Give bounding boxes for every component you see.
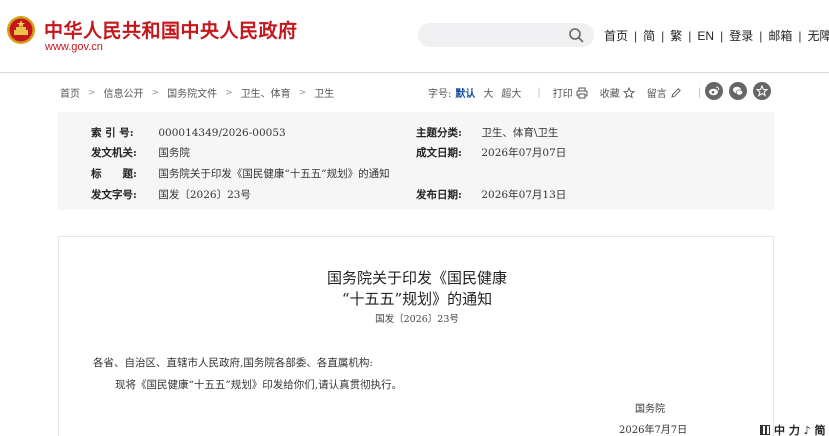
meta-doc-number: 发文字号: 国发〔2026〕23号	[91, 187, 251, 202]
meta-label: 发文机关:	[91, 147, 137, 159]
chevron-right-icon: >	[225, 87, 233, 98]
meta-index: 索 引 号: 000014349/2026-00053	[91, 125, 286, 140]
meta-value: 2026年07月13日	[481, 189, 567, 201]
tools-divider: |	[697, 87, 702, 98]
breadcrumb-state-council-docs[interactable]: 国务院文件	[167, 85, 217, 100]
nav-separator: |	[720, 28, 724, 43]
wechat-share-button[interactable]	[729, 82, 747, 100]
pencil-icon[interactable]	[670, 87, 682, 99]
search-input[interactable]	[418, 23, 594, 47]
document-title-line-1: 国务院关于印发《国民健康	[326, 269, 507, 287]
meta-value: 国务院	[158, 147, 190, 159]
font-size-large[interactable]: 大	[483, 85, 493, 100]
breadcrumb-health[interactable]: 卫生	[314, 85, 334, 100]
nav-separator: |	[634, 28, 638, 43]
star-badge-icon	[756, 85, 768, 97]
chevron-right-icon: >	[151, 87, 160, 98]
meta-value: 卫生、体育\卫生	[481, 127, 559, 139]
national-emblem-icon[interactable]	[6, 15, 36, 45]
document-number: 国发〔2026〕23号	[375, 314, 459, 325]
floating-toolbar-tag[interactable]: 中 力 ♪ 简	[760, 422, 826, 436]
document-signature: 国务院	[635, 404, 665, 415]
page-tools: 字号: 默认 大 超大 | 打印 收藏 留言 |	[428, 85, 713, 100]
meta-label: 主题分类:	[416, 127, 462, 139]
meta-category: 主题分类: 卫生、体育\卫生	[416, 125, 558, 140]
share-buttons	[705, 82, 771, 100]
breadcrumb-home[interactable]: 首页	[60, 85, 80, 100]
nav-traditional[interactable]: 繁	[670, 27, 682, 44]
printer-icon[interactable]	[576, 87, 588, 99]
search-icon[interactable]	[568, 27, 584, 43]
weibo-icon	[709, 86, 720, 96]
nav-home[interactable]: 首页	[604, 27, 628, 44]
meta-written-date: 成文日期: 2026年07月07日	[416, 145, 566, 160]
font-size-default[interactable]: 默认	[455, 85, 475, 100]
qr-code-icon	[760, 425, 770, 435]
meta-title: 标 题: 国务院关于印发《国民健康“十五五”规划》的通知	[91, 166, 390, 181]
toolbar: 首页 > 信息公开 > 国务院文件 > 卫生、体育 > 卫生 字号: 默认 大 …	[0, 73, 829, 109]
meta-label: 成文日期:	[416, 147, 462, 159]
chevron-right-icon: >	[298, 87, 307, 98]
comment-button[interactable]: 留言	[647, 85, 667, 100]
document-body: 现将《国民健康“十五五”规划》印发给你们,请认真贯彻执行。	[115, 379, 403, 391]
document-meta-table: 索 引 号: 000014349/2026-00053 主题分类: 卫生、体育\…	[58, 112, 774, 210]
meta-value: 国务院关于印发《国民健康“十五五”规划》的通知	[158, 168, 390, 180]
document-salutation: 各省、自治区、直辖市人民政府,国务院各部委、各直属机构:	[93, 357, 373, 369]
site-header: 中华人民共和国中央人民政府 www.gov.cn 首页 | 简 | 繁 | EN…	[0, 0, 829, 72]
breadcrumb-info-public[interactable]: 信息公开	[104, 85, 144, 100]
breadcrumb: 首页 > 信息公开 > 国务院文件 > 卫生、体育 > 卫生	[60, 85, 334, 101]
meta-label: 发布日期:	[416, 189, 462, 201]
site-title[interactable]: 中华人民共和国中央人民政府	[44, 16, 298, 43]
favorite-button[interactable]: 收藏	[600, 85, 620, 100]
star-icon[interactable]	[622, 86, 635, 99]
top-nav: 首页 | 简 | 繁 | EN | 登录 | 邮箱 | 无障碍	[604, 27, 829, 44]
meta-issuer: 发文机关: 国务院	[91, 145, 190, 160]
tools-divider: |	[537, 87, 541, 98]
nav-separator: |	[798, 28, 802, 43]
meta-label: 索 引 号:	[91, 127, 134, 139]
weibo-share-button[interactable]	[705, 82, 723, 100]
meta-published-date: 发布日期: 2026年07月13日	[416, 187, 566, 202]
document-date: 2026年7月7日	[619, 425, 688, 436]
meta-value: 2026年07月07日	[481, 147, 567, 159]
meta-value: 000014349/2026-00053	[158, 127, 286, 139]
meta-label: 发文字号:	[91, 189, 137, 201]
nav-mail[interactable]: 邮箱	[768, 27, 792, 44]
breadcrumb-health-sports[interactable]: 卫生、体育	[241, 85, 291, 100]
nav-accessibility[interactable]: 无障碍	[808, 27, 829, 44]
meta-label: 标 题:	[91, 168, 137, 180]
floating-tag-label: 中 力 ♪ 简	[774, 424, 826, 436]
meta-value: 国发〔2026〕23号	[158, 189, 251, 201]
nav-separator: |	[688, 28, 692, 43]
document-title-line-2: “十五五”规划》的通知	[341, 290, 493, 308]
nav-english[interactable]: EN	[697, 29, 714, 43]
wechat-icon	[733, 86, 744, 96]
nav-login[interactable]: 登录	[729, 27, 753, 44]
chevron-right-icon: >	[88, 87, 96, 98]
nav-separator: |	[759, 28, 763, 43]
document-content: 国务院关于印发《国民健康 “十五五”规划》的通知 国发〔2026〕23号 各省、…	[58, 236, 774, 436]
favorite-share-button[interactable]	[753, 82, 771, 100]
nav-simplified[interactable]: 简	[643, 27, 655, 44]
font-size-label: 字号:	[428, 89, 452, 100]
print-button[interactable]: 打印	[553, 85, 573, 100]
nav-separator: |	[661, 28, 665, 43]
font-size-xlarge[interactable]: 超大	[501, 85, 521, 100]
site-url[interactable]: www.gov.cn	[45, 41, 103, 53]
